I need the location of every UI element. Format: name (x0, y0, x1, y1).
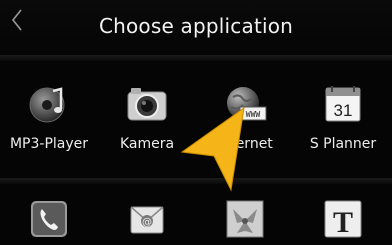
app-label: Kamera (119, 136, 175, 152)
divider (0, 55, 392, 61)
app-s-planner[interactable]: 31 S Planner (294, 75, 392, 165)
app-phone[interactable] (0, 184, 98, 240)
svg-text:@: @ (142, 217, 152, 228)
app-label: S Planner (309, 136, 377, 152)
app-label: MP3-Player (9, 136, 89, 152)
gallery-icon (223, 197, 267, 241)
page-title: Choose application (98, 14, 294, 38)
calendar-day: 31 (334, 101, 353, 120)
app-grid-row-2: @ T (0, 184, 392, 240)
text-glyph: T (333, 206, 353, 239)
email-icon: @ (125, 197, 169, 241)
svg-text:WWW: WWW (246, 110, 261, 119)
music-player-icon (27, 83, 71, 127)
app-text[interactable]: T (294, 184, 392, 240)
text-icon: T (321, 197, 365, 241)
app-email[interactable]: @ (98, 184, 196, 240)
app-mp3-player[interactable]: MP3-Player (0, 75, 98, 165)
app-internet[interactable]: WWW Internet (196, 75, 294, 165)
app-grid-row-1: MP3-Player Kamera WWW Internet 31 S Plan… (0, 75, 392, 165)
globe-icon: WWW (223, 83, 267, 127)
camera-icon (125, 83, 169, 127)
app-gallery[interactable] (196, 184, 294, 240)
phone-icon (27, 197, 71, 241)
app-kamera[interactable]: Kamera (98, 75, 196, 165)
calendar-icon: 31 (321, 83, 365, 127)
title-bar: Choose application (0, 0, 392, 55)
app-label: Internet (217, 136, 273, 152)
